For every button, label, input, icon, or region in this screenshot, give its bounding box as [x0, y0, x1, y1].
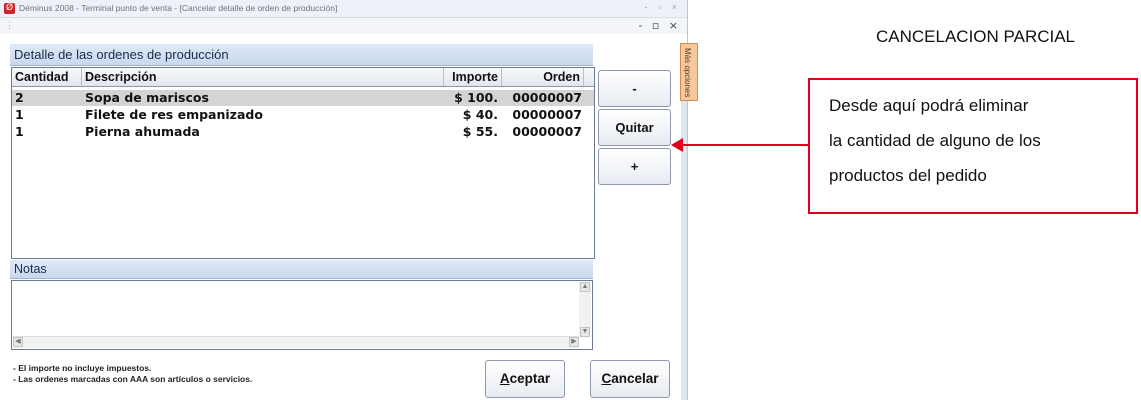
- callout-line-2: la cantidad de alguno de los: [829, 131, 1041, 150]
- title-bar: Ø Déminus 2008 - Terminal punto de venta…: [0, 0, 687, 18]
- cancelar-label: Cancelar: [601, 371, 659, 386]
- menu-grip-icon: ⋮: [5, 20, 14, 30]
- window-controls[interactable]: - ▫ ×: [645, 2, 681, 12]
- table-row[interactable]: 1 Pierna ahumada $ 55. 00000007: [12, 124, 594, 140]
- notes-vertical-scrollbar[interactable]: ▲ ▼: [579, 282, 591, 337]
- notes-horizontal-scrollbar[interactable]: ◀ ▶: [13, 336, 579, 348]
- annotation-callout: Desde aquí podrá eliminar la cantidad de…: [808, 78, 1138, 214]
- scroll-left-icon[interactable]: ◀: [13, 337, 23, 347]
- aaa-note: - Las ordenes marcadas con AAA son artíc…: [13, 374, 253, 384]
- callout-arrow-line: [681, 144, 809, 146]
- cell-cantidad: 1: [15, 107, 24, 122]
- quitar-button[interactable]: Quitar: [598, 109, 671, 146]
- cell-orden: 00000007: [512, 90, 582, 105]
- decrease-label: -: [632, 81, 637, 96]
- pos-window: Ø Déminus 2008 - Terminal punto de venta…: [0, 0, 698, 400]
- decrease-quantity-button[interactable]: -: [598, 70, 671, 107]
- increase-quantity-button[interactable]: +: [598, 148, 671, 185]
- scroll-down-icon[interactable]: ▼: [580, 327, 590, 337]
- scroll-right-icon[interactable]: ▶: [569, 337, 579, 347]
- callout-arrow-icon: [671, 138, 683, 152]
- app-logo-icon: Ø: [4, 3, 15, 14]
- menu-bar: ⋮ - ▫ ×: [0, 18, 687, 34]
- cell-orden: 00000007: [512, 107, 582, 122]
- column-header-importe[interactable]: Importe: [444, 68, 502, 86]
- scroll-up-icon[interactable]: ▲: [580, 282, 590, 292]
- cell-cantidad: 1: [15, 124, 24, 139]
- detail-panel-header: Detalle de las ordenes de producción: [10, 44, 593, 66]
- tax-note: - El importe no incluye impuestos.: [13, 363, 152, 373]
- callout-line-3: productos del pedido: [829, 166, 987, 185]
- quitar-label: Quitar: [615, 120, 654, 135]
- table-row[interactable]: 2 Sopa de mariscos $ 100. 00000007: [12, 90, 594, 106]
- aceptar-label: Aceptar: [499, 371, 551, 386]
- cell-importe: $ 100.: [454, 90, 498, 105]
- aceptar-button[interactable]: Aceptar: [485, 360, 565, 398]
- column-header-orden[interactable]: Orden: [502, 68, 584, 86]
- cell-orden: 00000007: [512, 124, 582, 139]
- callout-line-1: Desde aquí podrá eliminar: [829, 96, 1029, 115]
- notes-textarea[interactable]: ▲ ▼ ◀ ▶: [11, 280, 593, 350]
- table-row[interactable]: 1 Filete de res empanizado $ 40. 0000000…: [12, 107, 594, 123]
- column-header-cantidad[interactable]: Cantidad: [12, 68, 82, 86]
- column-header-descripcion[interactable]: Descripción: [82, 68, 444, 86]
- cell-descripcion: Pierna ahumada: [85, 124, 200, 139]
- mas-opciones-tab[interactable]: Más opciones: [680, 43, 698, 101]
- annotation-heading: CANCELACION PARCIAL: [876, 27, 1076, 46]
- mas-opciones-label: Más opciones: [683, 48, 692, 98]
- notes-header: Notas: [10, 260, 593, 279]
- notes-title: Notas: [14, 262, 47, 276]
- cell-descripcion: Sopa de mariscos: [85, 90, 209, 105]
- child-window-controls[interactable]: - ▫ ×: [638, 19, 681, 32]
- cell-importe: $ 40.: [462, 107, 498, 122]
- cell-cantidad: 2: [15, 90, 24, 105]
- cell-importe: $ 55.: [462, 124, 498, 139]
- increase-label: +: [630, 159, 639, 174]
- cancelar-button[interactable]: Cancelar: [590, 360, 670, 398]
- detail-panel-title: Detalle de las ordenes de producción: [14, 47, 229, 62]
- order-detail-grid[interactable]: Cantidad Descripción Importe Orden 2 Sop…: [11, 67, 595, 259]
- window-title: Déminus 2008 - Terminal punto de venta -…: [19, 3, 338, 13]
- grid-header: Cantidad Descripción Importe Orden: [12, 68, 594, 87]
- cell-descripcion: Filete de res empanizado: [85, 107, 263, 122]
